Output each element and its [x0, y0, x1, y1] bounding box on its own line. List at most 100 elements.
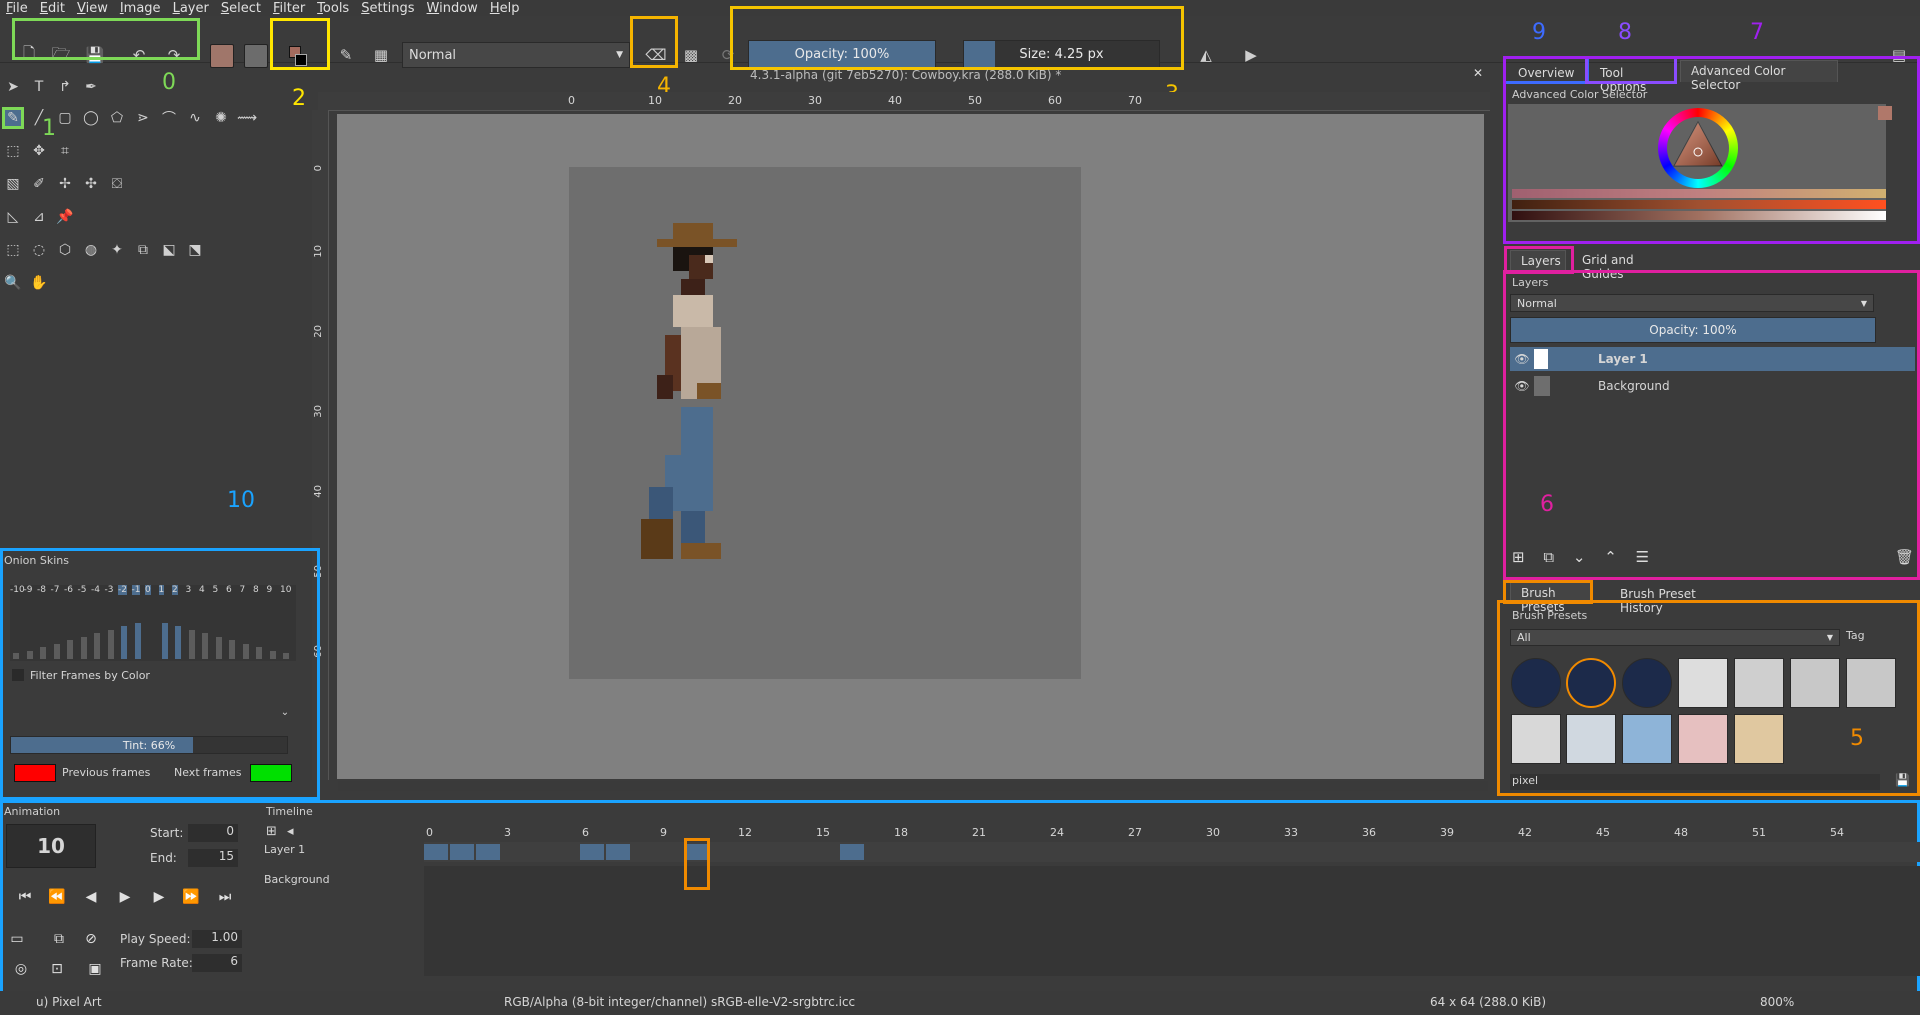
brush-preset-3[interactable] [1622, 658, 1672, 708]
save-preset-icon[interactable]: 💾 [1895, 773, 1910, 787]
bezier-tool-icon[interactable]: ⌒ [158, 107, 180, 129]
fill-tool-icon[interactable]: ⛋ [106, 173, 128, 195]
onion-frame-label[interactable]: 2 [172, 585, 178, 595]
keyframe[interactable] [580, 844, 604, 860]
close-document-icon[interactable]: ✕ [1470, 66, 1486, 82]
delete-layer-icon[interactable]: 🗑 [1895, 548, 1914, 566]
timeline-track-layer1[interactable] [424, 842, 1920, 862]
next-keyframe-icon[interactable]: ⏩ [178, 884, 204, 910]
brush-search-input[interactable]: pixel [1510, 774, 1880, 790]
onion-opacity-bar[interactable] [107, 629, 114, 659]
audio-icon[interactable]: ◂ [287, 824, 294, 839]
end-field[interactable]: 15 [188, 849, 238, 867]
add-layer-icon[interactable]: ⊞ [1512, 548, 1525, 566]
visibility-eye-icon[interactable]: 👁 [1510, 379, 1534, 393]
menu-item-window[interactable]: Window [421, 1, 484, 16]
onion-opacity-bar[interactable] [121, 626, 127, 659]
onion-frame-label[interactable]: 0 [145, 585, 151, 595]
onion-frame-label[interactable]: -3 [105, 585, 114, 595]
saturation-triangle[interactable] [1672, 120, 1724, 172]
transform-tool-icon[interactable]: ⬚ [2, 140, 24, 162]
multibrush-icon[interactable]: ✺ [210, 107, 232, 129]
colorize-mask-icon[interactable]: ✢ [54, 173, 76, 195]
blend-mode-select[interactable]: Normal ▼ [402, 42, 630, 68]
onion-opacity-bar[interactable] [40, 647, 46, 659]
drop-frames-icon[interactable]: ▭ [4, 926, 30, 952]
onion-skin-icon[interactable]: ◎ [8, 956, 34, 982]
onion-opacity-bar[interactable] [215, 636, 222, 659]
measure-tool-icon[interactable]: ⊿ [28, 206, 50, 228]
onion-opacity-bar[interactable] [188, 629, 195, 659]
previous-frame-icon[interactable]: ◀ [78, 884, 104, 910]
brush-preset-5[interactable] [1734, 658, 1784, 708]
menu-item-help[interactable]: Help [484, 1, 526, 16]
onion-opacity-bar[interactable] [175, 626, 181, 659]
tint-slider[interactable]: Tint: 66% [10, 736, 288, 754]
color-bar-3[interactable] [1512, 211, 1886, 220]
menu-item-filter[interactable]: Filter [267, 1, 311, 16]
pattern-swatch[interactable] [244, 44, 268, 68]
onion-frame-label[interactable]: 9 [267, 585, 273, 595]
mirror-vertical-icon[interactable]: ▶ [1240, 44, 1262, 66]
menu-item-layer[interactable]: Layer [167, 1, 215, 16]
onion-frame-label[interactable]: 5 [213, 585, 219, 595]
onion-frame-label[interactable]: -2 [118, 585, 127, 595]
polygon-tool-icon[interactable]: ⬠ [106, 107, 128, 129]
timeline-track-background[interactable] [424, 866, 1920, 976]
menu-item-tools[interactable]: Tools [311, 1, 355, 16]
keyframe[interactable] [840, 844, 864, 860]
canvas-area[interactable] [337, 114, 1484, 779]
menu-item-edit[interactable]: Edit [34, 1, 71, 16]
onion-opacity-bar[interactable] [202, 633, 208, 659]
freehand-brush-icon[interactable]: ✎ [2, 107, 24, 129]
move-layer-down-icon[interactable]: ⌄ [1573, 548, 1586, 566]
menu-item-settings[interactable]: Settings [355, 1, 420, 16]
remove-frame-icon[interactable]: ⊘ [78, 926, 104, 952]
onion-opacity-bar[interactable] [256, 647, 262, 659]
tag-button[interactable]: Tag [1846, 629, 1865, 642]
onion-opacity-bar[interactable] [229, 640, 235, 659]
menu-item-image[interactable]: Image [114, 1, 167, 16]
onion-frame-label[interactable]: 6 [226, 585, 232, 595]
zoom-label[interactable]: 800% [1760, 995, 1794, 1009]
onion-opacity-bar[interactable] [269, 650, 276, 659]
first-frame-icon[interactable]: ⏮ [12, 884, 38, 910]
auto-key-icon[interactable]: ⊡ [44, 956, 70, 982]
add-layer-icon[interactable]: ⊞ [266, 824, 277, 839]
last-frame-icon[interactable]: ⏭ [212, 884, 238, 910]
hue-ring[interactable] [1658, 108, 1738, 188]
onion-opacity-bar[interactable] [242, 643, 249, 659]
brush-preset-1[interactable] [1511, 658, 1561, 708]
contiguous-select-icon[interactable]: ✦ [106, 239, 128, 261]
color-picker-icon[interactable]: ✐ [28, 173, 50, 195]
keyframe[interactable] [424, 844, 448, 860]
onion-frame-label[interactable]: 10 [280, 585, 291, 595]
timeline-layer-1-label[interactable]: Layer 1 [264, 843, 305, 856]
brush-filter-select[interactable]: All ▼ [1510, 629, 1840, 646]
layer-row-layer1[interactable]: 👁 Layer 1 [1510, 347, 1915, 371]
text-tool-icon[interactable]: T [28, 76, 50, 98]
brush-preset-10[interactable] [1622, 714, 1672, 764]
add-frame-icon[interactable]: ⧉ [46, 926, 72, 952]
artwork-canvas[interactable] [569, 167, 1081, 679]
keyframe[interactable] [476, 844, 500, 860]
onion-opacity-bar[interactable] [13, 653, 19, 659]
onion-frame-label[interactable]: -6 [64, 585, 73, 595]
onion-expand-icon[interactable]: ⌄ [276, 707, 294, 725]
brush-preset-6[interactable] [1790, 658, 1840, 708]
menu-item-view[interactable]: View [71, 1, 114, 16]
current-frame-field[interactable]: 10 [6, 824, 96, 868]
ellipse-tool-icon[interactable]: ◯ [80, 107, 102, 129]
filter-frames-checkbox[interactable] [12, 669, 24, 681]
select-shapes-icon[interactable]: ➤ [2, 76, 24, 98]
visibility-eye-icon[interactable]: 👁 [1510, 352, 1534, 366]
rectangle-tool-icon[interactable]: ▢ [54, 107, 76, 129]
polygon-select-icon[interactable]: ⬡ [54, 239, 76, 261]
workspace-icon[interactable]: ▦ [370, 44, 392, 66]
play-icon[interactable]: ▶ [112, 884, 138, 910]
color-bar-2[interactable] [1512, 200, 1886, 209]
crop-tool-icon[interactable]: ⌗ [54, 140, 76, 162]
next-frame-icon[interactable]: ▶ [146, 884, 172, 910]
layer-opacity-slider[interactable]: Opacity: 100% [1510, 317, 1876, 343]
color-bar-1[interactable] [1512, 189, 1886, 198]
